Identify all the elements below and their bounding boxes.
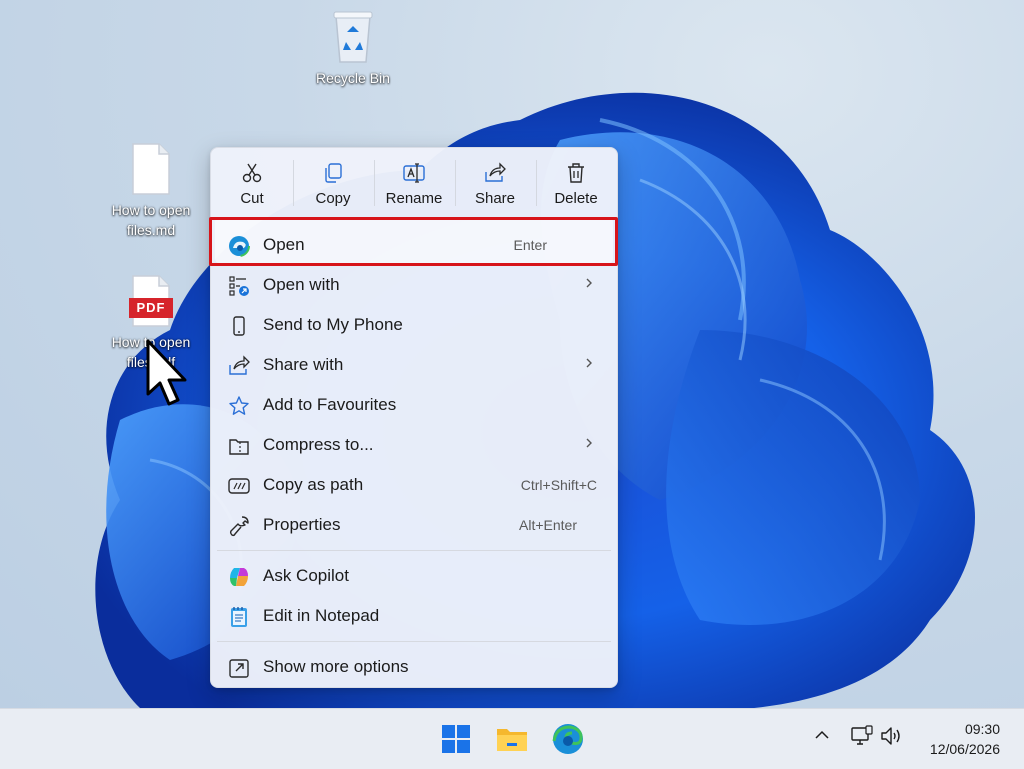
pdf-file-icon: PDF bbox=[129, 274, 173, 328]
delete-label: Delete bbox=[554, 190, 598, 207]
show-more-icon bbox=[229, 659, 249, 678]
recycle-bin-icon bbox=[333, 11, 373, 63]
copy-icon bbox=[325, 163, 342, 183]
clock-time: 09:30 bbox=[964, 721, 1000, 737]
delete-button[interactable]: Delete bbox=[537, 154, 615, 212]
rename-button[interactable]: Rename bbox=[375, 154, 453, 212]
scissors-icon bbox=[242, 163, 262, 183]
cut-label: Cut bbox=[240, 190, 264, 207]
menu-separator bbox=[217, 641, 611, 642]
desktop-icon-label-line1: How to open bbox=[111, 202, 191, 218]
menu-item-label: Share with bbox=[263, 355, 344, 374]
windows-start-icon[interactable] bbox=[438, 721, 474, 757]
rename-label: Rename bbox=[385, 190, 443, 207]
menu-item-label: Open with bbox=[263, 275, 340, 294]
menu-item-label: Send to My Phone bbox=[263, 315, 403, 334]
menu-item-open-with[interactable]: Open with bbox=[211, 266, 617, 304]
open-item-highlight-box bbox=[209, 217, 618, 266]
copy-label: Copy bbox=[315, 190, 351, 207]
menu-item-add-to-favourites[interactable]: Add to Favourites bbox=[211, 386, 617, 424]
clock-date: 12/06/2026 bbox=[929, 741, 1000, 757]
folder-zip-icon bbox=[229, 439, 249, 455]
share-button[interactable]: Share bbox=[456, 154, 534, 212]
menu-item-label: Properties bbox=[263, 515, 341, 534]
edge-icon[interactable] bbox=[550, 721, 586, 757]
desktop-icon-md-file[interactable]: How to open files.md bbox=[96, 142, 206, 240]
rename-icon bbox=[403, 163, 425, 183]
chevron-right-icon bbox=[586, 358, 592, 368]
notepad-icon bbox=[231, 607, 247, 627]
menu-item-label: Ask Copilot bbox=[263, 566, 349, 585]
taskbar: 09:30 12/06/2026 bbox=[0, 708, 1024, 769]
menu-item-label: Edit in Notepad bbox=[263, 606, 380, 625]
menu-item-label: Copy as path bbox=[263, 475, 364, 494]
chevron-right-icon bbox=[586, 278, 592, 288]
copilot-icon bbox=[230, 568, 248, 586]
menu-item-label: Compress to... bbox=[263, 435, 374, 454]
desktop-icon-label: Recycle Bin bbox=[316, 70, 390, 86]
network-icon[interactable] bbox=[850, 725, 874, 747]
menu-item-shortcut: Ctrl+Shift+C bbox=[520, 477, 597, 493]
copy-button[interactable]: Copy bbox=[294, 154, 372, 212]
share-icon bbox=[229, 355, 250, 375]
menu-item-shortcut: Alt+Enter bbox=[519, 517, 577, 533]
menu-item-show-more-options[interactable]: Show more options bbox=[211, 648, 617, 686]
menu-item-share-with[interactable]: Share with bbox=[211, 346, 617, 384]
open-with-icon bbox=[229, 276, 249, 296]
chevron-up-icon[interactable] bbox=[814, 727, 830, 743]
menu-item-compress-to[interactable]: Compress to... bbox=[211, 426, 617, 464]
menu-item-copy-as-path[interactable]: Copy as path Ctrl+Shift+C bbox=[211, 466, 617, 504]
menu-item-properties[interactable]: Properties Alt+Enter bbox=[211, 506, 617, 544]
share-icon bbox=[485, 162, 506, 182]
phone-icon bbox=[233, 316, 245, 336]
desktop-icon-label-line2: files.md bbox=[126, 222, 176, 238]
quick-actions-bar: Cut Copy Rename Share Delete bbox=[211, 148, 617, 214]
trash-icon bbox=[568, 163, 584, 183]
cut-button[interactable]: Cut bbox=[213, 154, 291, 212]
chevron-right-icon bbox=[586, 438, 592, 448]
menu-item-label: Add to Favourites bbox=[263, 395, 397, 414]
mouse-pointer-icon bbox=[146, 339, 187, 406]
menu-item-edit-in-notepad[interactable]: Edit in Notepad bbox=[211, 597, 617, 635]
menu-item-label: Show more options bbox=[263, 657, 409, 676]
markdown-file-icon bbox=[132, 143, 170, 195]
pdf-badge: PDF bbox=[136, 300, 166, 315]
clock[interactable]: 09:30 12/06/2026 bbox=[930, 719, 1000, 759]
menu-item-send-to-phone[interactable]: Send to My Phone bbox=[211, 306, 617, 344]
desktop-icon-recycle-bin[interactable]: Recycle Bin bbox=[298, 8, 408, 88]
file-explorer-icon[interactable] bbox=[494, 721, 530, 757]
menu-separator bbox=[217, 550, 611, 551]
volume-icon[interactable] bbox=[880, 725, 904, 747]
copy-path-icon bbox=[228, 478, 250, 494]
star-icon bbox=[229, 396, 249, 415]
wrench-icon bbox=[229, 516, 249, 537]
menu-item-ask-copilot[interactable]: Ask Copilot bbox=[211, 557, 617, 595]
share-label: Share bbox=[474, 190, 516, 207]
